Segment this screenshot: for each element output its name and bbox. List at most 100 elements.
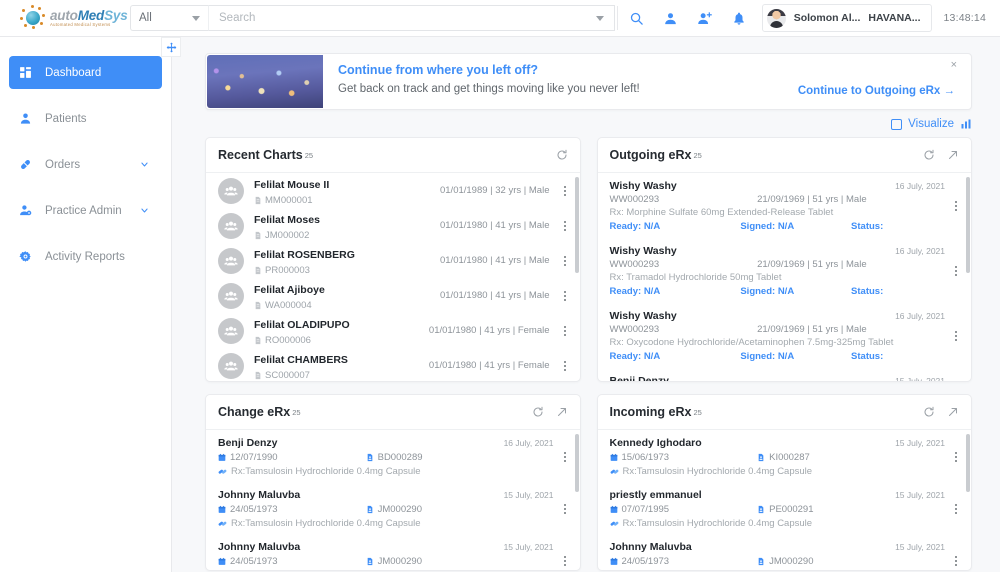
sidebar-item-label: Dashboard bbox=[45, 66, 102, 79]
table-row[interactable]: Felilat ROSENBERG PR000003 01/01/1980 | 41… bbox=[206, 243, 580, 278]
row-menu-button[interactable] bbox=[951, 556, 961, 566]
table-row[interactable]: Wishy Washy 16 July, 2021 WW000293 21/09/19… bbox=[598, 173, 972, 238]
patient-file-icon bbox=[758, 557, 764, 566]
row-date: 15 July, 2021 bbox=[895, 376, 945, 381]
continue-to-outgoing-erx-link[interactable]: Continue to Outgoing eRx → bbox=[798, 85, 955, 97]
row-menu-button[interactable] bbox=[951, 504, 961, 514]
sidebar-item-patients[interactable]: Patients bbox=[9, 102, 162, 135]
refresh-icon[interactable] bbox=[532, 406, 544, 418]
patient-mrn: WW000293 bbox=[609, 194, 660, 205]
prescription-icon bbox=[610, 521, 618, 526]
close-icon[interactable]: × bbox=[951, 59, 957, 71]
visualize-checkbox[interactable] bbox=[891, 118, 903, 130]
row-menu-button[interactable] bbox=[951, 331, 961, 341]
sidebar-item-activity-reports[interactable]: Activity Reports bbox=[9, 240, 162, 273]
sidebar: Dashboard Patients Orders Practice Admin… bbox=[0, 37, 181, 572]
table-row[interactable]: Felilat Moses JM000002 01/01/1980 | 41 yrs… bbox=[206, 208, 580, 243]
search-button[interactable] bbox=[620, 3, 654, 33]
refresh-icon[interactable] bbox=[923, 406, 935, 418]
bar-chart-icon[interactable] bbox=[960, 118, 972, 130]
prescription-icon bbox=[610, 469, 618, 474]
search-input[interactable]: Search bbox=[208, 5, 615, 31]
dashboard-grid: Recent Charts 25 Felilat Mouse II MM00000… bbox=[172, 137, 1000, 572]
table-row[interactable]: Felilat Mouse II MM000001 01/01/1989 | 32 … bbox=[206, 173, 580, 208]
add-patient-button[interactable] bbox=[688, 3, 722, 33]
row-menu-button[interactable] bbox=[560, 185, 570, 196]
banner-cityscape-image bbox=[207, 55, 323, 108]
table-row[interactable]: priestly emmanuel 15 July, 2021 07/07/1995… bbox=[598, 482, 972, 534]
row-menu-button[interactable] bbox=[560, 325, 570, 336]
scrollbar-thumb[interactable] bbox=[966, 434, 970, 492]
table-row[interactable]: Felilat Ajiboye WA000004 01/01/1980 | 41 y… bbox=[206, 278, 580, 313]
row-date: 16 July, 2021 bbox=[895, 181, 945, 191]
table-row[interactable]: Wishy Washy 16 July, 2021 WW000293 21/09/19… bbox=[598, 238, 972, 303]
patient-dob: 12/07/1990 bbox=[218, 452, 366, 463]
chevron-down-icon[interactable] bbox=[140, 160, 152, 169]
row-menu-button[interactable] bbox=[560, 255, 570, 266]
sidebar-item-dashboard[interactable]: Dashboard bbox=[9, 56, 162, 89]
settings-gear-icon bbox=[19, 250, 45, 263]
bell-icon bbox=[734, 12, 744, 25]
card-header: Change eRx 25 bbox=[206, 395, 580, 430]
search-scope-select[interactable]: All bbox=[130, 5, 208, 31]
sidebar-item-practice-admin[interactable]: Practice Admin bbox=[9, 194, 162, 227]
logo-wordmark: autoMedSys Automated Medical Systems bbox=[50, 8, 128, 28]
patient-button[interactable] bbox=[654, 3, 688, 33]
refresh-icon[interactable] bbox=[556, 149, 568, 161]
card-outgoing-erx: Outgoing eRx 25 Wishy Washy 16 July, 2021… bbox=[596, 137, 972, 382]
signed-status: Signed: N/A bbox=[740, 351, 795, 362]
row-menu-button[interactable] bbox=[560, 452, 570, 462]
row-menu-button[interactable] bbox=[560, 220, 570, 231]
refresh-icon[interactable] bbox=[923, 149, 935, 161]
table-row[interactable]: Wishy Washy 16 July, 2021 WW000293 21/09/19… bbox=[598, 303, 972, 368]
user-profile-chip[interactable]: Solomon Al... HAVANA... bbox=[761, 4, 932, 32]
row-menu-button[interactable] bbox=[560, 360, 570, 371]
patient-file-icon bbox=[367, 557, 372, 566]
chevron-down-icon[interactable] bbox=[140, 206, 152, 215]
search-placeholder: Search bbox=[219, 12, 256, 24]
group-icon bbox=[224, 291, 238, 300]
row-menu-button[interactable] bbox=[560, 504, 570, 514]
prescription-icon bbox=[218, 521, 227, 526]
table-row[interactable]: Benji Denzy 16 July, 2021 12/07/1990 BD0002… bbox=[206, 430, 580, 482]
expand-icon[interactable] bbox=[947, 406, 959, 418]
row-menu-button[interactable] bbox=[951, 201, 961, 211]
organization-name: HAVANA... bbox=[868, 12, 921, 24]
search-chevron-down-icon[interactable] bbox=[595, 15, 604, 21]
table-row[interactable]: Johnny Maluvba 15 July, 2021 24/05/1973 JM0… bbox=[206, 534, 580, 570]
row-menu-button[interactable] bbox=[560, 290, 570, 301]
patient-demographics: 01/01/1980 | 41 yrs | Male bbox=[439, 290, 550, 301]
sidebar-drag-handle[interactable] bbox=[161, 37, 181, 57]
app-logo[interactable]: autoMedSys Automated Medical Systems bbox=[0, 5, 130, 31]
patient-mrn: JM000290 bbox=[366, 556, 422, 567]
table-row[interactable]: Benji Denzy15 July, 2021BD00028912/07/19… bbox=[598, 368, 972, 381]
row-menu-button[interactable] bbox=[951, 266, 961, 276]
table-row[interactable]: Felilat CHAMBERS SC000007 01/01/1980 | 41 … bbox=[206, 348, 580, 381]
patient-name: Felilat Ajiboye bbox=[254, 284, 325, 296]
row-menu-button[interactable] bbox=[560, 556, 570, 566]
row-menu-button[interactable] bbox=[951, 452, 961, 462]
table-row[interactable]: Johnny Maluvba 15 July, 2021 24/05/1973 JM0… bbox=[598, 534, 972, 570]
table-row[interactable]: Kennedy Ighodaro 15 July, 2021 15/06/1973 K… bbox=[598, 430, 972, 482]
expand-icon[interactable] bbox=[947, 149, 959, 161]
prescription-text: Rx: Morphine Sulfate 60mg Extended-Relea… bbox=[609, 207, 834, 218]
patient-mrn: RO000006 bbox=[254, 335, 350, 346]
expand-icon[interactable] bbox=[556, 406, 568, 418]
sidebar-item-orders[interactable]: Orders bbox=[9, 148, 162, 181]
notifications-button[interactable] bbox=[722, 3, 756, 33]
patient-demographics: 21/09/1969 | 51 yrs | Male bbox=[757, 259, 867, 270]
scrollbar-thumb[interactable] bbox=[574, 177, 579, 273]
banner-text: Continue from where you left off? Get ba… bbox=[324, 54, 971, 109]
ready-status: Ready: N/A bbox=[609, 351, 661, 362]
scrollbar-thumb[interactable] bbox=[574, 434, 579, 492]
card-change-erx: Change eRx 25 Benji Denzy 16 July, 2021 12… bbox=[205, 394, 581, 571]
table-row[interactable]: Johnny Maluvba 15 July, 2021 24/05/1973 JM0… bbox=[206, 482, 580, 534]
patient-name: priestly emmanuel bbox=[609, 489, 702, 501]
table-row[interactable]: Felilat OLADIPUPO RO000006 01/01/1980 | 41… bbox=[206, 313, 580, 348]
patient-mrn: WW000293 bbox=[609, 324, 660, 335]
prescription-text: Rx: Oxycodone Hydrochloride/Acetaminophe… bbox=[609, 337, 894, 348]
pill-icon bbox=[19, 158, 45, 171]
prescription-icon bbox=[218, 469, 227, 474]
scrollbar-thumb[interactable] bbox=[966, 177, 970, 273]
right-column: Outgoing eRx 25 Wishy Washy 16 July, 2021… bbox=[596, 137, 972, 572]
